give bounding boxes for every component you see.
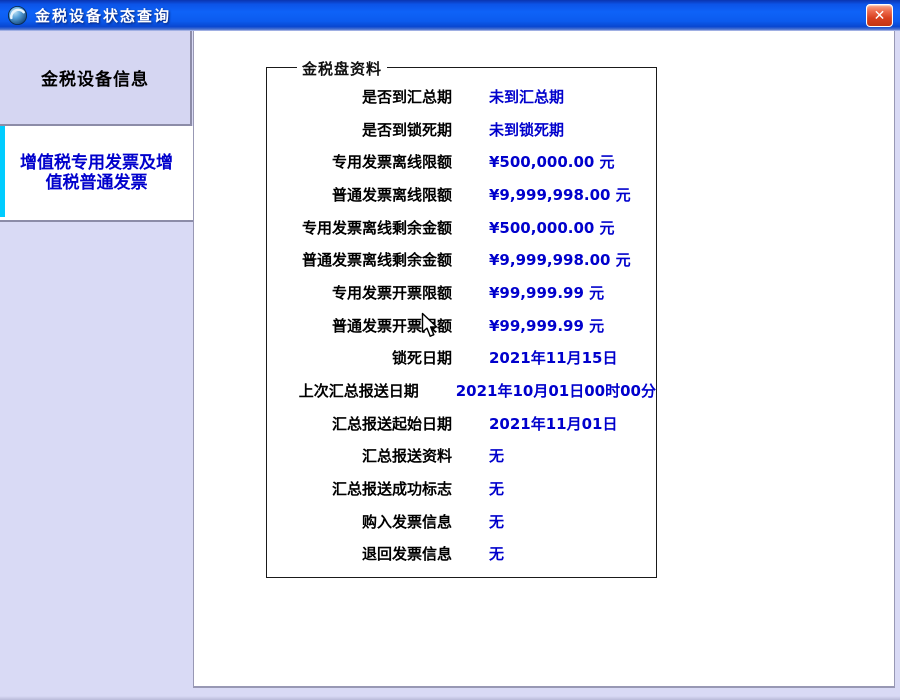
row-value: ¥500,000.00 元 — [489, 151, 615, 172]
app-icon — [7, 5, 28, 26]
row-label: 普通发票离线剩余金额 — [267, 249, 452, 270]
info-row: 汇总报送成功标志 无 — [267, 472, 656, 505]
row-value: ¥99,999.99 元 — [489, 282, 604, 303]
row-value: ¥9,999,998.00 元 — [489, 249, 631, 270]
row-value: 未到锁死期 — [489, 119, 564, 140]
row-value: ¥9,999,998.00 元 — [489, 184, 631, 205]
row-label: 是否到锁死期 — [267, 119, 452, 140]
tax-disk-groupbox: 金税盘资料 是否到汇总期 未到汇总期 是否到锁死期 未到锁死期 专用发票离线限额… — [266, 67, 657, 578]
sidebar-item-vat-invoices[interactable]: 增值税专用发票及增值税普通发票 — [0, 126, 193, 222]
row-label: 汇总报送资料 — [267, 445, 452, 466]
row-label: 上次汇总报送日期 — [267, 380, 419, 401]
sidebar-item-label: 增值税专用发票及增值税普通发票 — [15, 153, 179, 193]
close-icon: ✕ — [874, 8, 886, 24]
row-label: 专用发票离线限额 — [267, 151, 452, 172]
row-label: 汇总报送起始日期 — [267, 413, 452, 434]
info-row: 锁死日期 2021年11月15日 — [267, 342, 656, 375]
info-row: 普通发票离线限额 ¥9,999,998.00 元 — [267, 178, 656, 211]
main-panel: 金税盘资料 是否到汇总期 未到汇总期 是否到锁死期 未到锁死期 专用发票离线限额… — [193, 31, 895, 688]
window-bottom-edge — [0, 696, 900, 700]
row-value: ¥99,999.99 元 — [489, 315, 604, 336]
row-value: 2021年10月01日00时00分 — [456, 380, 656, 401]
row-value: 2021年11月15日 — [489, 347, 618, 368]
info-row: 专用发票离线剩余金额 ¥500,000.00 元 — [267, 211, 656, 244]
row-label: 普通发票开票限额 — [267, 315, 452, 336]
row-value: 2021年11月01日 — [489, 413, 618, 434]
sidebar-item-label: 金税设备信息 — [41, 65, 149, 90]
sidebar: 金税设备信息 增值税专用发票及增值税普通发票 — [0, 31, 193, 700]
info-row: 汇总报送资料 无 — [267, 440, 656, 473]
info-row: 购入发票信息 无 — [267, 505, 656, 538]
info-row: 是否到锁死期 未到锁死期 — [267, 113, 656, 146]
row-value: 无 — [489, 478, 504, 499]
info-row: 普通发票离线剩余金额 ¥9,999,998.00 元 — [267, 243, 656, 276]
row-label: 退回发票信息 — [267, 543, 452, 564]
row-value: 无 — [489, 511, 504, 532]
groupbox-rows: 是否到汇总期 未到汇总期 是否到锁死期 未到锁死期 专用发票离线限额 ¥500,… — [267, 80, 656, 570]
info-row: 上次汇总报送日期 2021年10月01日00时00分 — [267, 374, 656, 407]
row-label: 专用发票离线剩余金额 — [267, 217, 452, 238]
info-row: 普通发票开票限额 ¥99,999.99 元 — [267, 309, 656, 342]
row-value: 未到汇总期 — [489, 86, 564, 107]
row-value: ¥500,000.00 元 — [489, 217, 615, 238]
row-label: 普通发票离线限额 — [267, 184, 452, 205]
info-row: 汇总报送起始日期 2021年11月01日 — [267, 407, 656, 440]
info-row: 专用发票离线限额 ¥500,000.00 元 — [267, 145, 656, 178]
window-title: 金税设备状态查询 — [35, 5, 171, 26]
sidebar-item-device-info[interactable]: 金税设备信息 — [0, 31, 192, 126]
info-row: 专用发票开票限额 ¥99,999.99 元 — [267, 276, 656, 309]
info-row: 退回发票信息 无 — [267, 538, 656, 571]
close-button[interactable]: ✕ — [866, 4, 893, 27]
titlebar[interactable]: 金税设备状态查询 ✕ — [0, 0, 900, 31]
row-value: 无 — [489, 543, 504, 564]
row-label: 汇总报送成功标志 — [267, 478, 452, 499]
selected-tab-accent-bar — [0, 126, 5, 217]
info-row: 是否到汇总期 未到汇总期 — [267, 80, 656, 113]
row-label: 购入发票信息 — [267, 511, 452, 532]
row-label: 专用发票开票限额 — [267, 282, 452, 303]
row-label: 是否到汇总期 — [267, 86, 452, 107]
row-label: 锁死日期 — [267, 347, 452, 368]
groupbox-legend: 金税盘资料 — [297, 58, 387, 79]
row-value: 无 — [489, 445, 504, 466]
